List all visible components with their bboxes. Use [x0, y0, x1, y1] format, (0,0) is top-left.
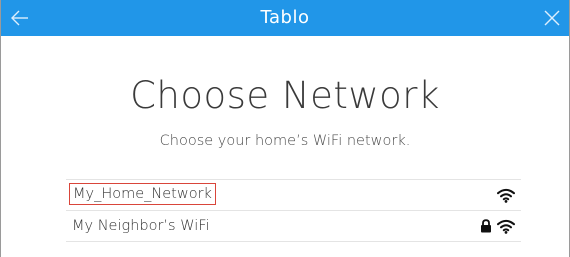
network-row[interactable]: My Neighbor’s WiFi — [66, 211, 521, 242]
page-subtitle: Choose your home’s WiFi network. — [159, 133, 411, 149]
network-row[interactable]: My_Home_Network — [66, 180, 521, 211]
network-list: My_Home_Network My Neighbor’s WiFi — [66, 179, 521, 242]
network-status — [497, 187, 515, 203]
wifi-icon — [497, 219, 515, 234]
title-bar: Tablo — [1, 0, 569, 36]
network-name: My_Home_Network — [69, 183, 216, 205]
app-window: Tablo Choose Network Choose your home’s … — [0, 0, 570, 257]
network-name: My Neighbor’s WiFi — [72, 218, 210, 234]
page-title: Choose Network — [130, 74, 440, 117]
brand-logo: Tablo — [260, 7, 310, 28]
network-status — [480, 218, 515, 234]
close-button[interactable] — [541, 7, 563, 29]
wifi-icon — [497, 188, 515, 203]
lock-icon — [481, 219, 491, 233]
close-icon — [544, 10, 560, 26]
